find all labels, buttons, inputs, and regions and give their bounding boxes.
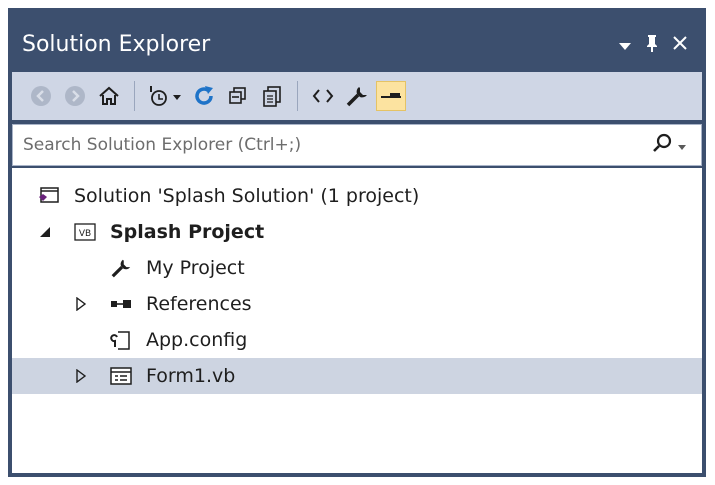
svg-text:VB: VB	[79, 229, 91, 239]
config-file-icon	[110, 329, 132, 351]
references-icon	[110, 293, 132, 315]
toolbar-separator	[134, 81, 135, 111]
preview-selected-items-icon[interactable]	[376, 81, 406, 111]
title-bar-buttons	[618, 33, 702, 56]
chevron-down-icon[interactable]	[677, 136, 687, 155]
collapsed-triangle-icon[interactable]	[74, 297, 88, 311]
tree-item-label: Splash Project	[110, 221, 265, 243]
sync-icon[interactable]	[189, 81, 219, 111]
back-icon[interactable]	[26, 81, 56, 111]
tree-item-form1[interactable]: Form1.vb	[12, 358, 702, 394]
window-title: Solution Explorer	[22, 31, 211, 57]
wrench-icon	[110, 257, 132, 279]
tree-item-label: My Project	[146, 257, 245, 279]
solution-tree: Solution 'Splash Solution' (1 project) V…	[12, 168, 702, 473]
tree-item-solution[interactable]: Solution 'Splash Solution' (1 project)	[12, 178, 702, 214]
tree-item-project[interactable]: VB Splash Project	[12, 214, 702, 250]
window-position-dropdown-icon[interactable]	[618, 34, 632, 54]
tree-item-label: Solution 'Splash Solution' (1 project)	[74, 185, 420, 207]
search-box	[12, 124, 702, 166]
properties-icon[interactable]	[342, 81, 372, 111]
tree-item-label: Form1.vb	[146, 365, 236, 387]
search-input[interactable]	[13, 134, 651, 156]
show-all-files-icon[interactable]	[257, 81, 287, 111]
collapsed-triangle-icon[interactable]	[74, 369, 88, 383]
tree-item-app-config[interactable]: App.config	[12, 322, 702, 358]
tree-item-label: App.config	[146, 329, 248, 351]
title-bar: Solution Explorer	[12, 16, 702, 72]
tree-item-my-project[interactable]: My Project	[12, 250, 702, 286]
search-options[interactable]	[651, 132, 701, 158]
home-icon[interactable]	[94, 81, 124, 111]
search-icon[interactable]	[651, 132, 673, 158]
toolbar-separator	[297, 81, 298, 111]
toolbar	[12, 72, 702, 120]
solution-icon	[38, 185, 60, 207]
collapse-all-icon[interactable]	[223, 81, 253, 111]
forward-icon[interactable]	[60, 81, 90, 111]
vb-project-icon: VB	[74, 221, 96, 243]
close-icon[interactable]	[672, 34, 688, 54]
pending-changes-filter-icon[interactable]	[145, 81, 185, 111]
pin-icon[interactable]	[644, 33, 660, 56]
tree-item-label: References	[146, 293, 252, 315]
tree-item-references[interactable]: References	[12, 286, 702, 322]
solution-explorer-window: Solution Explorer Search Solution Explor…	[8, 8, 706, 477]
view-code-icon[interactable]	[308, 81, 338, 111]
expanded-triangle-icon[interactable]	[38, 225, 52, 239]
form-file-icon	[110, 365, 132, 387]
